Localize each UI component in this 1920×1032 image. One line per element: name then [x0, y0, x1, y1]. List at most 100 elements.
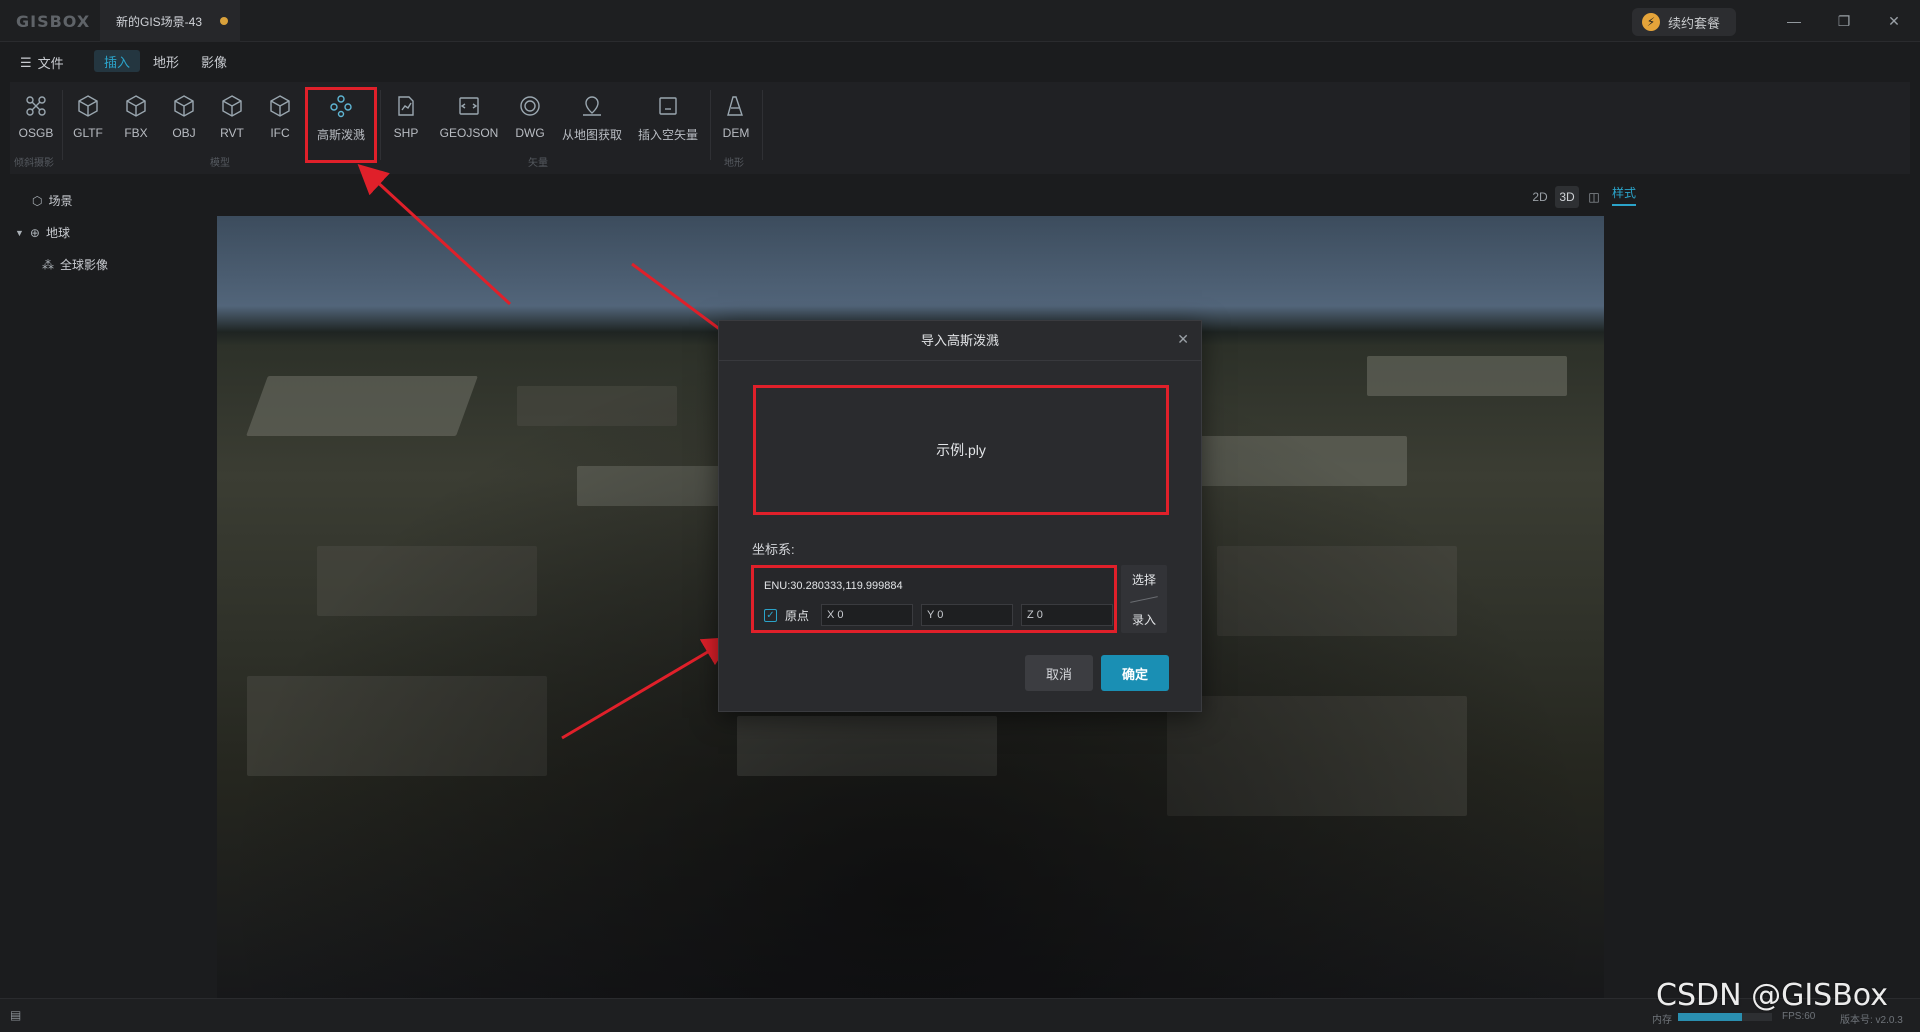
scene-icon: ⬡ — [32, 193, 43, 208]
tool-dem[interactable]: DEM — [716, 92, 756, 150]
tool-label: RVT — [220, 126, 244, 140]
dialog-title: 导入高斯泼溅 — [719, 321, 1201, 361]
z-input[interactable]: Z 0 — [1021, 604, 1114, 626]
group-label-terrain: 地形 — [724, 158, 744, 169]
status-bar: ▤ 内存 FPS:60 版本号: v2.0.3 — [0, 998, 1920, 1032]
cube-icon — [219, 92, 245, 120]
memory-bar-fill — [1678, 1013, 1742, 1021]
tree-item-earth[interactable]: ▼ ⊕ 地球 — [15, 224, 70, 241]
group-label-oblique: 倾斜摄影 — [14, 158, 54, 169]
hamburger-icon: ☰ — [20, 54, 32, 70]
tool-rvt[interactable]: RVT — [212, 92, 252, 150]
version-label: 版本号: v2.0.3 — [1840, 1015, 1903, 1026]
tool-dwg[interactable]: DWG — [510, 92, 550, 150]
imagery-icon: ⁂ — [42, 257, 54, 272]
crs-mode-toggle[interactable]: 选择 录入 — [1121, 565, 1167, 633]
globe-icon: ⊕ — [29, 225, 40, 240]
tool-label: DEM — [722, 126, 750, 140]
tree-item-scene[interactable]: ⬡ 场景 — [32, 192, 73, 209]
log-icon[interactable]: ▤ — [10, 1008, 21, 1022]
origin-row: ✓ 原点 X 0 Y 0 Z 0 — [764, 604, 1114, 626]
cube-icon — [267, 92, 293, 120]
tool-osgb[interactable]: OSGB — [16, 92, 56, 150]
tool-label: OSGB — [18, 126, 54, 140]
tab-insert[interactable]: 插入 — [94, 50, 141, 72]
cube-icon — [75, 92, 101, 120]
memory-bar — [1678, 1013, 1772, 1021]
tree-label: 场景 — [48, 194, 73, 208]
tab-style[interactable]: 样式 — [1612, 184, 1637, 206]
unsaved-dot-icon — [220, 17, 228, 25]
tree-item-global-imagery[interactable]: ⁂ 全球影像 — [42, 256, 108, 273]
tool-from-map[interactable]: 从地图获取 — [556, 92, 628, 150]
document-tab[interactable]: 新的GIS场景-43 — [100, 0, 240, 42]
dwg-icon — [517, 92, 543, 120]
title-bar: GISBOX 新的GIS场景-43 ⚡ 续约套餐 — ❐ ✕ — [0, 0, 1920, 42]
app-logo: GISBOX — [16, 12, 91, 31]
scene-tree-panel: ⬡ 场景 ▼ ⊕ 地球 ⁂ 全球影像 — [0, 178, 217, 998]
file-menu[interactable]: ☰ 文件 — [20, 53, 64, 72]
tool-geojson[interactable]: GEOJSON — [434, 92, 504, 150]
empty-vector-icon — [655, 92, 681, 120]
group-divider — [762, 90, 763, 160]
tool-label: 插入空矢量 — [637, 128, 698, 142]
tool-fbx[interactable]: FBX — [116, 92, 156, 150]
chevron-down-icon: ▼ — [15, 227, 24, 238]
select-option[interactable]: 选择 — [1132, 571, 1156, 588]
properties-panel — [1604, 216, 1920, 998]
file-drop-zone[interactable]: 示例.ply — [753, 385, 1169, 515]
renew-plan-button[interactable]: ⚡ 续约套餐 — [1632, 8, 1736, 36]
tool-empty-vector[interactable]: 插入空矢量 — [632, 92, 704, 150]
import-gaussian-dialog: 导入高斯泼溅 ✕ 示例.ply 坐标系: ENU:30.280333,119.9… — [718, 320, 1202, 712]
option-divider — [1130, 595, 1158, 603]
geojson-icon — [456, 92, 482, 120]
tool-label: IFC — [270, 126, 290, 140]
tool-label: GEOJSON — [439, 126, 499, 140]
origin-label: 原点 — [785, 608, 810, 623]
tool-label: GLTF — [73, 126, 103, 140]
tool-label: FBX — [124, 126, 148, 140]
group-divider — [380, 90, 381, 160]
minimize-icon[interactable]: — — [1774, 8, 1814, 34]
crs-panel: ENU:30.280333,119.999884 ✓ 原点 X 0 Y 0 Z … — [751, 565, 1117, 633]
cube-icon — [171, 92, 197, 120]
view-3d-button[interactable]: 3D — [1555, 186, 1579, 208]
close-window-icon[interactable]: ✕ — [1874, 8, 1914, 34]
menu-bar: ☰ 文件 插入 地形 影像 — [0, 42, 1920, 80]
tab-imagery[interactable]: 影像 — [191, 50, 237, 72]
input-option[interactable]: 录入 — [1132, 611, 1156, 628]
x-input[interactable]: X 0 — [821, 604, 914, 626]
cancel-button[interactable]: 取消 — [1025, 655, 1093, 691]
confirm-button[interactable]: 确定 — [1101, 655, 1169, 691]
file-name: 示例.ply — [936, 442, 986, 458]
renew-plan-label: 续约套餐 — [1668, 15, 1721, 31]
tab-terrain[interactable]: 地形 — [143, 50, 189, 72]
origin-checkbox[interactable]: ✓ — [764, 608, 777, 622]
bolt-icon: ⚡ — [1642, 13, 1660, 31]
view-2d-button[interactable]: 2D — [1528, 186, 1552, 208]
ribbon-toolbar: OSGB GLTF FBX OBJ RVT IFC 高斯泼溅 倾斜摄影 模型 S… — [10, 82, 1910, 174]
tool-label: SHP — [393, 126, 419, 140]
file-menu-label: 文件 — [37, 56, 64, 71]
y-input[interactable]: Y 0 — [921, 604, 1014, 626]
crs-value: ENU:30.280333,119.999884 — [764, 580, 903, 592]
tool-obj[interactable]: OBJ — [164, 92, 204, 150]
tool-shp[interactable]: SHP — [386, 92, 426, 150]
cube-icon — [123, 92, 149, 120]
osgb-icon — [23, 92, 49, 120]
tree-label: 地球 — [45, 226, 70, 240]
memory-label: 内存 — [1652, 1015, 1672, 1026]
tool-label: OBJ — [172, 126, 196, 140]
tool-label: DWG — [515, 126, 545, 140]
split-view-icon[interactable]: ◫ — [1582, 186, 1606, 208]
tool-gltf[interactable]: GLTF — [68, 92, 108, 150]
document-tab-label: 新的GIS场景-43 — [116, 14, 203, 29]
tool-ifc[interactable]: IFC — [260, 92, 300, 150]
dem-icon — [723, 92, 749, 120]
restore-icon[interactable]: ❐ — [1824, 8, 1864, 34]
watermark: CSDN @GISBox — [1656, 978, 1888, 1013]
close-icon[interactable]: ✕ — [1177, 331, 1189, 348]
group-label-vector: 矢量 — [528, 158, 548, 169]
highlight-gaussian-tool — [305, 87, 377, 163]
shp-icon — [393, 92, 419, 120]
